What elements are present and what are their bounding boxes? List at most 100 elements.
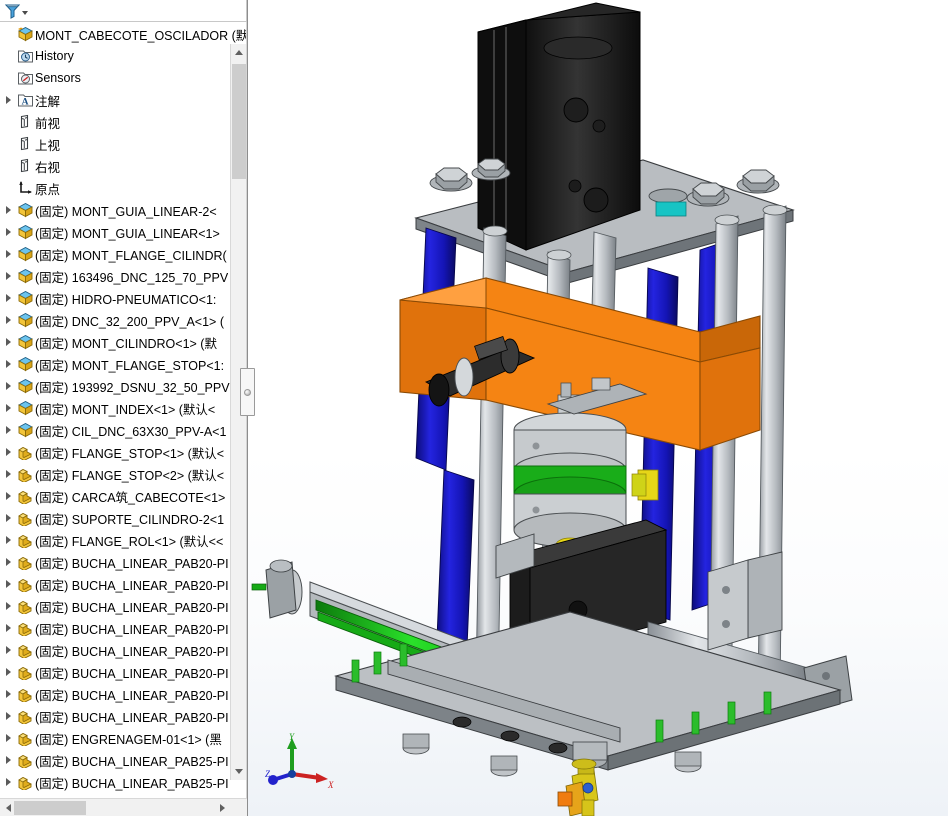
expand-arrow-icon[interactable] [2,294,15,302]
tree-component-row[interactable]: (固定) MONT_FLANGE_STOP<1: [0,353,246,375]
tree-item--[interactable]: A 注解 [0,89,246,111]
tree-component-row[interactable]: (固定) BUCHA_LINEAR_PAB20-PI [0,639,246,661]
hanging-tool-cluster[interactable] [557,758,599,816]
tree-item--[interactable]: 右视 [0,155,246,177]
expand-arrow-icon[interactable] [2,360,15,368]
filter-funnel-icon[interactable] [4,3,21,19]
expand-arrow-icon[interactable] [2,778,15,786]
tree-component-row[interactable]: (固定) MONT_GUIA_LINEAR<1> [0,221,246,243]
cad-assembly-model[interactable] [248,0,948,816]
tree-component-row[interactable]: (固定) CARCA筑_CABECOTE<1> [0,485,246,507]
expand-arrow-icon[interactable] [2,756,15,764]
tree-item-label: 原点 [35,182,61,197]
tree-item-sensors[interactable]: Sensors [0,67,246,89]
tree-component-row[interactable]: (固定) SUPORTE_CILINDRO-2<1 [0,507,246,529]
part-icon [15,686,35,702]
tree-component-row[interactable]: (固定) 193992_DSNU_32_50_PPV [0,375,246,397]
tree-horizontal-scroll-thumb[interactable] [14,801,86,815]
tree-component-row[interactable]: (固定) BUCHA_LINEAR_PAB25-PI [0,749,246,771]
expand-arrow-icon[interactable] [2,646,15,654]
tree-component-row[interactable]: (固定) HIDRO-PNEUMATICO<1: [0,287,246,309]
tree-item-label: 上视 [35,138,61,153]
graphics-viewport[interactable]: Y X Z [248,0,948,816]
tree-component-label: (固定) HIDRO-PNEUMATICO<1: [35,292,217,307]
tree-component-row[interactable]: (固定) CIL_DNC_63X30_PPV-A<1 [0,419,246,441]
tree-vertical-scroll-thumb[interactable] [232,64,246,179]
tree-component-row[interactable]: (固定) BUCHA_LINEAR_PAB20-PI [0,705,246,727]
tree-component-row[interactable]: (固定) ENGRENAGEM-01<1> (黑 [0,727,246,749]
tree-component-row[interactable]: (固定) BUCHA_LINEAR_PAB20-PI [0,617,246,639]
tree-component-row[interactable]: (固定) MONT_GUIA_LINEAR-2< [0,199,246,221]
scroll-up-arrow-icon[interactable] [231,44,246,61]
tree-component-row[interactable]: (固定) FLANGE_STOP<2> (默认< [0,463,246,485]
expand-arrow-icon[interactable] [2,316,15,324]
part-icon [15,774,35,790]
subassembly-icon [15,356,35,372]
expand-arrow-icon[interactable] [2,514,15,522]
tree-component-row[interactable]: (固定) MONT_FLANGE_CILINDR( [0,243,246,265]
expand-arrow-icon[interactable] [2,206,15,214]
expand-arrow-icon[interactable] [2,470,15,478]
panel-collapse-handle-icon[interactable] [240,368,255,416]
tree-component-label: (固定) FLANGE_STOP<2> (默认< [35,468,225,483]
expand-arrow-icon[interactable] [2,668,15,676]
tree-component-label: (固定) 193992_DSNU_32_50_PPV [35,380,230,395]
expand-arrow-icon[interactable] [2,624,15,632]
expand-arrow-icon[interactable] [2,96,15,104]
expand-arrow-icon[interactable] [2,404,15,412]
tree-component-row[interactable]: (固定) BUCHA_LINEAR_PAB20-PI [0,661,246,683]
expand-arrow-icon[interactable] [2,338,15,346]
tree-item--[interactable]: 上视 [0,133,246,155]
tree-component-row[interactable]: (固定) BUCHA_LINEAR_PAB20-PI [0,595,246,617]
expand-arrow-icon[interactable] [2,228,15,236]
tree-component-label: (固定) MONT_FLANGE_CILINDR( [35,248,227,263]
part-icon [15,466,35,482]
tree-component-row[interactable]: (固定) MONT_INDEX<1> (默认< [0,397,246,419]
chevron-down-icon[interactable] [22,11,28,15]
expand-arrow-icon[interactable] [2,690,15,698]
solidworks-window: MONT_CABECOTE_OSCILADOR (默 History Senso… [0,0,948,816]
expand-arrow-icon[interactable] [2,272,15,280]
part-icon [15,554,35,570]
expand-arrow-icon[interactable] [2,536,15,544]
tree-component-row[interactable]: (固定) FLANGE_STOP<1> (默认< [0,441,246,463]
tree-item--[interactable]: 原点 [0,177,246,199]
tree-root-assembly[interactable]: MONT_CABECOTE_OSCILADOR (默 [0,23,246,45]
pneumatic-cylinder-top[interactable] [477,2,641,251]
scroll-down-arrow-icon[interactable] [231,763,246,780]
tree-component-row[interactable]: (固定) MONT_CILINDRO<1> (默 [0,331,246,353]
tree-component-row[interactable]: (固定) BUCHA_LINEAR_PAB25-PI [0,771,246,793]
axis-triad: Y X Z [265,732,334,790]
tree-component-label: (固定) SUPORTE_CILINDRO-2<1 [35,512,225,527]
tree-component-row[interactable]: (固定) 163496_DNC_125_70_PPV [0,265,246,287]
tree-component-label: (固定) BUCHA_LINEAR_PAB20-PI [35,578,229,593]
tree-component-label: (固定) BUCHA_LINEAR_PAB20-PI [35,688,229,703]
scroll-right-arrow-icon[interactable] [214,799,231,816]
tree-component-label: (固定) BUCHA_LINEAR_PAB20-PI [35,644,229,659]
svg-text:A: A [21,97,28,107]
tree-component-row[interactable]: (固定) BUCHA_LINEAR_PAB20-PI [0,551,246,573]
expand-arrow-icon[interactable] [2,448,15,456]
tree-component-row[interactable]: (固定) BUCHA_LINEAR_PAB20-PI [0,573,246,595]
subassembly-icon [15,290,35,306]
expand-arrow-icon[interactable] [2,382,15,390]
expand-arrow-icon[interactable] [2,580,15,588]
tree-item--[interactable]: 前视 [0,111,246,133]
tree-component-label: (固定) BUCHA_LINEAR_PAB25-PI [35,776,229,791]
expand-arrow-icon[interactable] [2,602,15,610]
tree-component-row[interactable]: (固定) FLANGE_ROL<1> (默认<< [0,529,246,551]
expand-arrow-icon[interactable] [2,712,15,720]
tree-horizontal-scrollbar[interactable] [0,798,247,816]
expand-arrow-icon[interactable] [2,558,15,566]
expand-arrow-icon[interactable] [2,426,15,434]
tree-filter-control[interactable] [4,3,28,19]
tree-component-row[interactable]: (固定) BUCHA_LINEAR_PAB20-PI [0,683,246,705]
tree-component-row[interactable]: (固定) DNC_32_200_PPV_A<1> ( [0,309,246,331]
tree-scroll-area[interactable]: MONT_CABECOTE_OSCILADOR (默 History Senso… [0,22,247,798]
expand-arrow-icon[interactable] [2,250,15,258]
tree-item-history[interactable]: History [0,45,246,67]
expand-arrow-icon[interactable] [2,492,15,500]
part-icon [15,664,35,680]
expand-arrow-icon[interactable] [2,734,15,742]
part-icon [15,488,35,504]
